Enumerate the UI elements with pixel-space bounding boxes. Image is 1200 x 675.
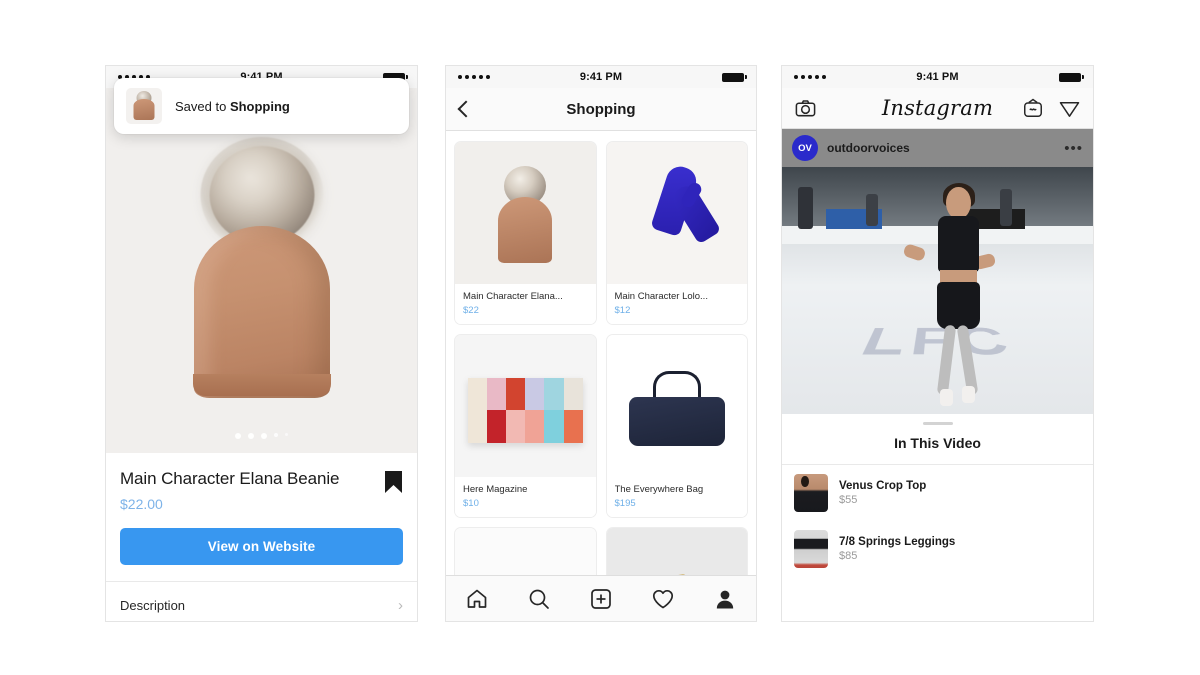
product-price: $55 bbox=[839, 494, 858, 506]
leggings-thumbnail-icon bbox=[794, 530, 828, 568]
product-price: $22.00 bbox=[120, 496, 163, 513]
magazine-image bbox=[455, 335, 596, 477]
carousel-dot bbox=[274, 433, 278, 437]
product-title-block: Main Character Elana Beanie $22.00 bbox=[120, 469, 339, 512]
product-card-meta: Main Character Lolo... $12 bbox=[606, 284, 747, 324]
product-name: Main Character Lolo... bbox=[614, 291, 708, 302]
avatar[interactable]: OV bbox=[792, 135, 818, 161]
direct-message-icon[interactable] bbox=[1058, 97, 1081, 120]
status-bar: 9:41 PM bbox=[446, 66, 756, 88]
product-grid: Main Character Elana... $22 Main Charact… bbox=[446, 131, 756, 591]
product-info: Main Character Elana Beanie $22.00 View … bbox=[106, 453, 417, 582]
crop-top-thumbnail-icon bbox=[794, 474, 828, 512]
chevron-right-icon: › bbox=[398, 597, 403, 615]
carousel-page-indicator bbox=[106, 433, 417, 439]
profile-icon bbox=[716, 590, 734, 608]
camera-icon[interactable] bbox=[794, 97, 817, 120]
ice-skater-video[interactable]: LFC bbox=[782, 167, 1093, 414]
username[interactable]: outdoorvoices bbox=[827, 141, 1055, 155]
status-time: 9:41 PM bbox=[579, 71, 623, 83]
toast-message: Saved to Shopping bbox=[175, 99, 290, 114]
toast-prefix: Saved to bbox=[175, 98, 230, 114]
product-name: The Everywhere Bag bbox=[614, 484, 704, 495]
product-card[interactable]: Main Character Elana... $22 bbox=[454, 141, 597, 325]
carousel-dot bbox=[235, 433, 241, 439]
post-header: OV outdoorvoices ••• bbox=[782, 129, 1093, 167]
battery-icon bbox=[722, 72, 747, 82]
screenshot-canvas: 9:41 PM Main Character Elana Beanie $22.… bbox=[0, 0, 1200, 675]
product-card[interactable]: Here Magazine $10 bbox=[454, 334, 597, 518]
product-card[interactable]: The Everywhere Bag $195 bbox=[605, 334, 748, 518]
toast-destination: Shopping bbox=[229, 98, 290, 114]
product-image-carousel[interactable] bbox=[106, 88, 417, 453]
beanie-thumbnail-icon bbox=[126, 88, 162, 124]
product-card[interactable]: Main Character Lolo... $12 bbox=[605, 141, 748, 325]
product-name: Here Magazine bbox=[463, 484, 528, 495]
carousel-dot-active bbox=[261, 433, 267, 439]
mittens-image bbox=[606, 142, 747, 284]
product-price: $10 bbox=[463, 498, 479, 509]
status-bar: 9:41 PM bbox=[782, 66, 1093, 88]
status-time: 9:41 PM bbox=[916, 71, 959, 83]
shopping-navbar: Shopping bbox=[446, 88, 756, 131]
product-price: $12 bbox=[614, 305, 631, 316]
add-post-icon bbox=[591, 588, 611, 609]
tagged-product-info: 7/8 Springs Leggings $85 bbox=[839, 536, 955, 562]
search-icon bbox=[529, 589, 549, 609]
phone-shopping-collection: 9:41 PM Shopping Main Character Elana...… bbox=[445, 65, 757, 622]
product-price: $22 bbox=[463, 305, 479, 316]
product-name: Venus Crop Top bbox=[839, 480, 927, 492]
in-this-video-sheet: In This Video Venus Crop Top $55 7/8 Spr… bbox=[782, 422, 1093, 577]
carousel-dot bbox=[285, 433, 288, 436]
tab-search[interactable] bbox=[527, 587, 551, 611]
tab-profile[interactable] bbox=[713, 587, 737, 611]
duffel-bag-image bbox=[606, 335, 747, 477]
product-name: 7/8 Springs Leggings bbox=[839, 536, 956, 548]
product-card-meta: The Everywhere Bag $195 bbox=[606, 477, 747, 517]
bookmark-filled-icon[interactable] bbox=[384, 470, 403, 494]
product-title-row: Main Character Elana Beanie $22.00 bbox=[120, 469, 403, 512]
home-icon bbox=[467, 589, 487, 608]
beanie-brim bbox=[192, 373, 331, 396]
background-skater bbox=[865, 194, 879, 227]
tab-new-post[interactable] bbox=[589, 587, 613, 611]
saved-toast[interactable]: Saved to Shopping bbox=[114, 78, 409, 134]
product-card-meta: Main Character Elana... $22 bbox=[455, 284, 596, 324]
phone-product-detail: 9:41 PM Main Character Elana Beanie $22.… bbox=[105, 65, 418, 622]
description-label: Description bbox=[120, 598, 186, 614]
description-row[interactable]: Description › bbox=[106, 581, 417, 621]
beanie-body bbox=[193, 225, 330, 398]
header-actions bbox=[1022, 97, 1081, 120]
product-title: Main Character Elana Beanie bbox=[120, 469, 340, 488]
battery-icon bbox=[1059, 72, 1084, 82]
tagged-product-row[interactable]: Venus Crop Top $55 bbox=[782, 465, 1093, 521]
carousel-dot bbox=[248, 433, 254, 439]
instagram-header: Instagram bbox=[782, 88, 1093, 129]
phone-feed-video: 9:41 PM Instagram OV outdoorvoices ••• L… bbox=[781, 65, 1094, 622]
view-on-website-button[interactable]: View on Website bbox=[120, 528, 403, 566]
product-price: $195 bbox=[614, 498, 636, 509]
product-card-meta: Here Magazine $10 bbox=[455, 477, 596, 517]
beanie-image bbox=[455, 142, 596, 284]
background-skater bbox=[999, 189, 1013, 227]
tagged-product-info: Venus Crop Top $55 bbox=[839, 480, 926, 506]
heart-icon bbox=[652, 589, 674, 608]
background-skater bbox=[797, 186, 814, 229]
page-title: Shopping bbox=[566, 100, 636, 118]
beanie-product-image bbox=[187, 136, 337, 398]
tab-home[interactable] bbox=[465, 587, 489, 611]
tab-activity[interactable] bbox=[651, 587, 675, 611]
skater-figure bbox=[902, 182, 1000, 406]
sheet-title: In This Video bbox=[894, 435, 981, 451]
product-name: Main Character Elana... bbox=[463, 291, 563, 302]
igtv-icon[interactable] bbox=[1022, 97, 1044, 119]
product-price: $85 bbox=[839, 550, 858, 562]
bottom-tab-bar bbox=[446, 575, 756, 621]
more-options-icon[interactable]: ••• bbox=[1064, 140, 1083, 157]
tagged-product-row[interactable]: 7/8 Springs Leggings $85 bbox=[782, 521, 1093, 577]
